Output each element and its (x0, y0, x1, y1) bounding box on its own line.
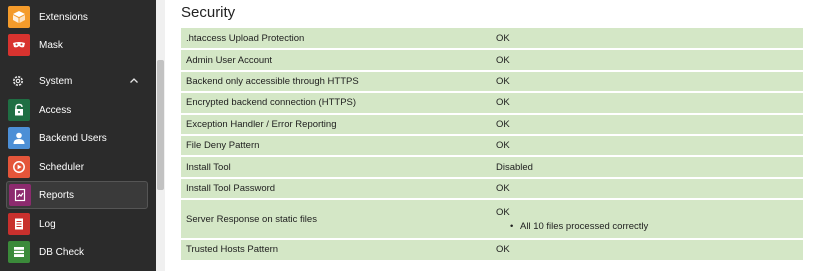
sidebar-item-label: Scheduler (39, 161, 85, 173)
check-name: .htaccess Upload Protection (181, 28, 492, 51)
user-icon (8, 127, 30, 149)
table-row: Backend only accessible through HTTPS OK (181, 70, 803, 94)
sidebar-item-mask[interactable]: Mask (0, 31, 156, 59)
check-name: Exception Handler / Error Reporting (181, 113, 492, 136)
scheduler-icon (8, 156, 30, 178)
table-row: Admin User Account OK (181, 49, 803, 72)
check-name: Trusted Hosts Pattern (181, 239, 492, 262)
sidebar-group-system[interactable]: System (0, 67, 156, 95)
reports-icon (9, 184, 31, 206)
status-detail-item: All 10 files processed correctly (510, 221, 803, 232)
sidebar-scrollbar-thumb[interactable] (157, 60, 164, 190)
extensions-icon (8, 6, 30, 28)
check-status-cell: OK All 10 files processed correctly (492, 199, 803, 241)
sidebar-item-label: Mask (39, 39, 63, 51)
check-status: OK (492, 92, 803, 115)
table-row: File Deny Pattern OK (181, 134, 803, 158)
module-menu: Extensions Mask System Access Backend Us… (0, 0, 156, 271)
report-content: Security .htaccess Upload Protection OK … (165, 0, 816, 271)
check-status: OK (492, 134, 803, 158)
sidebar-item-label: Access (39, 104, 72, 116)
check-name: Admin User Account (181, 49, 492, 72)
table-row: Install Tool Password OK (181, 177, 803, 201)
check-name: File Deny Pattern (181, 134, 492, 158)
table-row: Exception Handler / Error Reporting OK (181, 113, 803, 136)
sidebar-item-backend-users[interactable]: Backend Users (0, 124, 156, 152)
check-name: Backend only accessible through HTTPS (181, 70, 492, 94)
check-name: Install Tool (181, 156, 492, 179)
security-report-table: .htaccess Upload Protection OK Admin Use… (181, 28, 803, 262)
sidebar-item-label: Backend Users (39, 132, 107, 144)
sidebar-item-extensions[interactable]: Extensions (0, 3, 156, 31)
status-details-list: All 10 files processed correctly (496, 221, 803, 232)
sidebar-item-reports[interactable]: Reports (6, 181, 148, 209)
db-icon (8, 241, 30, 263)
sidebar-item-db-check[interactable]: DB Check (0, 238, 156, 266)
sidebar-item-label: Log (39, 218, 56, 230)
gear-icon (13, 76, 23, 86)
check-status: Disabled (492, 156, 803, 179)
sidebar-item-scheduler[interactable]: Scheduler (0, 153, 156, 181)
table-row: Server Response on static files OK All 1… (181, 199, 803, 241)
check-status: OK (492, 177, 803, 201)
log-icon (8, 213, 30, 235)
check-status: OK (492, 49, 803, 72)
check-status: OK (492, 28, 803, 51)
mask-icon (8, 34, 30, 56)
check-status: OK (492, 239, 803, 262)
check-name: Server Response on static files (181, 199, 492, 241)
sidebar-item-log[interactable]: Log (0, 210, 156, 238)
check-status: OK (496, 207, 510, 219)
lock-icon (8, 99, 30, 121)
table-row: Trusted Hosts Pattern OK (181, 239, 803, 262)
table-row: Install Tool Disabled (181, 156, 803, 179)
sidebar-item-access[interactable]: Access (0, 96, 156, 124)
sidebar-group-label: System (39, 75, 73, 87)
table-row: Encrypted backend connection (HTTPS) OK (181, 92, 803, 115)
chevron-up-icon[interactable] (129, 76, 139, 86)
check-name: Encrypted backend connection (HTTPS) (181, 92, 492, 115)
sidebar-item-label: Reports (39, 189, 75, 201)
sidebar-item-label: Extensions (39, 11, 88, 23)
check-name: Install Tool Password (181, 177, 492, 201)
check-status: OK (492, 113, 803, 136)
table-row: .htaccess Upload Protection OK (181, 28, 803, 51)
check-status: OK (492, 70, 803, 94)
sidebar-item-label: DB Check (39, 246, 85, 258)
section-title: Security (181, 4, 236, 21)
